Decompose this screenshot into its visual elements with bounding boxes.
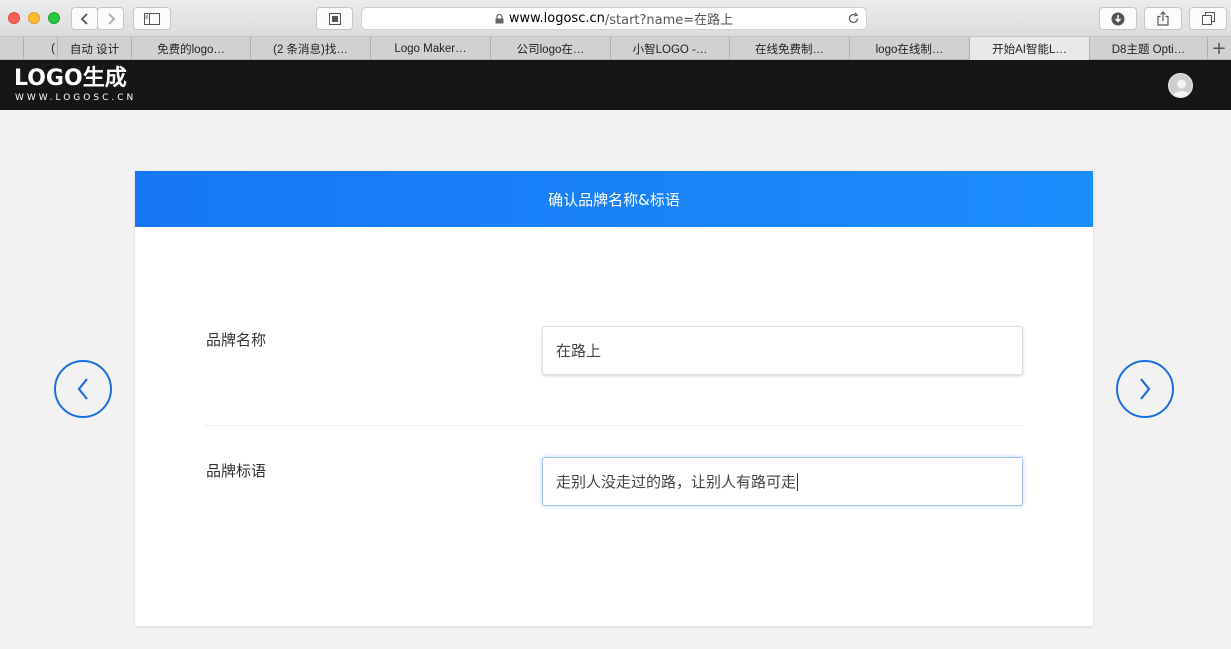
chevron-right-icon — [1140, 378, 1151, 400]
back-button[interactable] — [71, 7, 98, 30]
tab-label: (2 条消息)找… — [273, 43, 348, 56]
brand-name-value: 在路上 — [556, 342, 602, 360]
browser-toolbar: www.logosc.cn/start?name=在路上 — [0, 0, 1231, 37]
browser-tab[interactable]: logo在线制… — [850, 37, 970, 60]
sidebar-icon — [144, 12, 160, 25]
share-icon — [1157, 11, 1169, 26]
browser-tab[interactable]: D8主题 Opti… — [1090, 37, 1208, 60]
plus-icon: + — [1211, 37, 1227, 59]
tab-overview-button[interactable] — [1189, 7, 1227, 30]
site-header: LOGO生成 WWW.LOGOSC.CN — [0, 60, 1231, 110]
tab-strip: ( 自动 设计 免费的logo… (2 条消息)找… Logo Maker… 公… — [0, 37, 1231, 60]
browser-tab[interactable]: 小智LOGO -… — [611, 37, 730, 60]
brand-name-input[interactable]: 在路上 — [542, 326, 1023, 375]
share-button[interactable] — [1144, 7, 1182, 30]
tab-label: 自动 设计 — [69, 43, 120, 56]
slogan-label: 品牌标语 — [206, 462, 267, 480]
reader-button[interactable] — [316, 7, 353, 30]
tab-label: D8主题 Opti… — [1111, 43, 1186, 56]
user-icon — [1172, 79, 1191, 97]
browser-tab[interactable]: 自动 设计 — [58, 37, 132, 60]
browser-tab[interactable]: 免费的logo… — [132, 37, 251, 60]
new-tab-button[interactable]: + — [1208, 37, 1230, 59]
tab-label: 在线免费制… — [755, 43, 824, 56]
address-bar[interactable]: www.logosc.cn/start?name=在路上 — [361, 7, 867, 30]
zoom-window-button[interactable] — [48, 12, 60, 24]
close-window-button[interactable] — [8, 12, 20, 24]
sidebar-button[interactable] — [133, 7, 171, 30]
user-avatar[interactable] — [1168, 73, 1193, 98]
site-logo-subtitle: WWW.LOGOSC.CN — [15, 93, 137, 103]
browser-tab[interactable]: 在线免费制… — [730, 37, 850, 60]
slogan-value: 走别人没走过的路，让别人有路可走 — [556, 473, 797, 491]
chevron-left-icon — [77, 378, 88, 400]
reader-icon — [328, 12, 341, 25]
reload-icon[interactable] — [847, 12, 860, 25]
tab-label: 开始AI智能L… — [992, 43, 1067, 56]
download-icon — [1111, 12, 1125, 25]
downloads-button[interactable] — [1099, 7, 1137, 30]
tabs-icon — [1201, 12, 1215, 25]
forward-button[interactable] — [97, 7, 124, 30]
url-path: /start?name=在路上 — [604, 13, 734, 28]
browser-tab[interactable]: (2 条消息)找… — [251, 37, 371, 60]
slogan-input[interactable]: 走别人没走过的路，让别人有路可走 — [542, 457, 1023, 506]
next-step-button[interactable] — [1116, 360, 1174, 418]
tab-label: 公司logo在… — [516, 43, 585, 56]
card-title: 确认品牌名称&标语 — [135, 171, 1093, 227]
tab-label: ( — [51, 42, 55, 55]
tab-label: 免费的logo… — [157, 43, 225, 56]
site-logo[interactable]: LOGO生成 — [14, 66, 127, 92]
tab-label: 小智LOGO -… — [632, 43, 708, 56]
previous-step-button[interactable] — [54, 360, 112, 418]
field-divider — [205, 425, 1023, 426]
lock-icon — [495, 13, 504, 23]
brand-name-label: 品牌名称 — [206, 331, 267, 349]
brand-confirm-card: 确认品牌名称&标语 品牌名称 在路上 品牌标语 走别人没走过的路，让别人有路可走 — [135, 171, 1093, 626]
browser-tab[interactable]: 公司logo在… — [491, 37, 611, 60]
text-caret — [797, 472, 799, 491]
tab-pinned[interactable] — [0, 37, 24, 60]
browser-tab[interactable]: Logo Maker… — [371, 37, 491, 60]
chevron-right-icon — [107, 12, 115, 25]
minimize-window-button[interactable] — [28, 12, 40, 24]
tab-label: Logo Maker… — [394, 42, 467, 55]
tab-label: logo在线制… — [875, 43, 944, 56]
chevron-left-icon — [80, 12, 88, 25]
browser-tab[interactable]: ( — [24, 37, 58, 60]
url-host: www.logosc.cn — [508, 11, 605, 26]
browser-tab-active[interactable]: 开始AI智能L… — [970, 37, 1090, 60]
